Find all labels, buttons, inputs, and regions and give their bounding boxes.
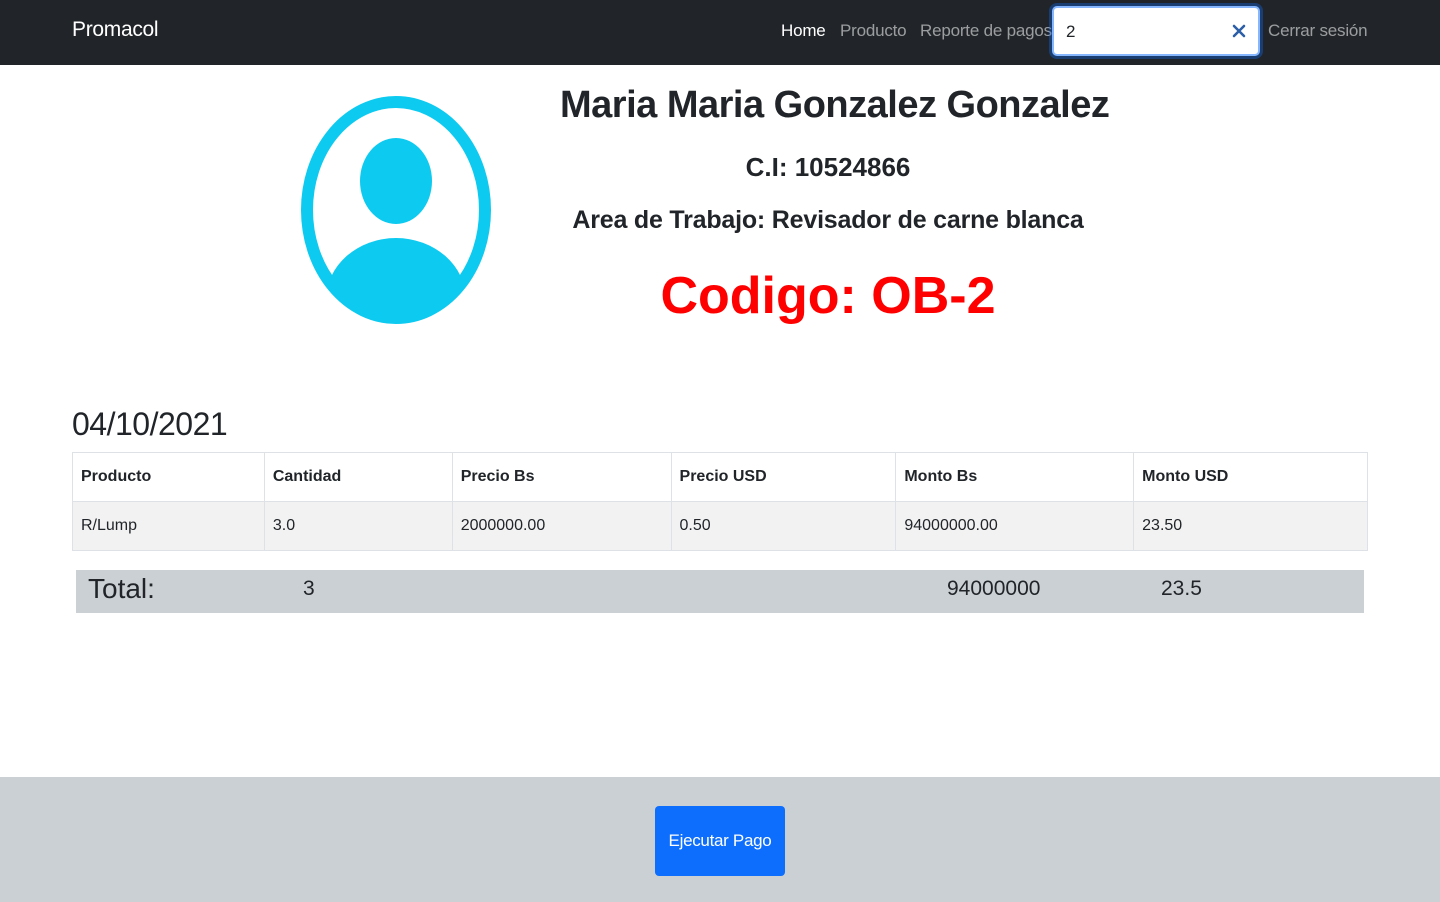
- column-header-monto-bs: Monto Bs: [895, 452, 1135, 502]
- logout-link[interactable]: Cerrar sesión: [1268, 21, 1368, 41]
- table-header-row: Producto Cantidad Precio Bs Precio USD M…: [72, 452, 1368, 502]
- table-row: R/Lump 3.0 2000000.00 0.50 94000000.00 2…: [72, 501, 1368, 551]
- brand-link[interactable]: Promacol: [72, 18, 159, 42]
- employee-work-area: Area de Trabajo: Revisador de carne blan…: [572, 206, 1084, 234]
- navbar: Promacol Home Producto Reporte de pagos …: [0, 0, 1440, 65]
- column-header-monto-usd: Monto USD: [1133, 452, 1368, 502]
- total-monto-bs: 94000000: [947, 577, 1041, 600]
- user-avatar-icon: [301, 96, 491, 324]
- cell-precio-usd: 0.50: [670, 501, 897, 551]
- column-header-precio-bs: Precio Bs: [451, 452, 672, 502]
- employee-name: Maria Maria Gonzalez Gonzalez: [560, 84, 1110, 126]
- column-header-producto: Producto: [72, 452, 265, 502]
- report-date: 04/10/2021: [72, 406, 228, 442]
- nav-link-reporte-de-pagos[interactable]: Reporte de pagos: [920, 21, 1052, 41]
- footer: Ejecutar Pago: [0, 777, 1440, 902]
- column-header-precio-usd: Precio USD: [670, 452, 897, 502]
- total-monto-usd: 23.5: [1161, 577, 1202, 600]
- employee-ci: C.I: 10524866: [745, 152, 911, 182]
- payment-table: Producto Cantidad Precio Bs Precio USD M…: [72, 452, 1368, 551]
- totals-bar: Total: 3 94000000 23.5: [76, 570, 1364, 613]
- close-icon[interactable]: [1232, 24, 1246, 38]
- total-label: Total:: [88, 573, 155, 604]
- nav-link-producto[interactable]: Producto: [840, 21, 907, 41]
- execute-payment-button[interactable]: Ejecutar Pago: [655, 806, 785, 876]
- cell-precio-bs: 2000000.00: [451, 501, 672, 551]
- nav-link-home[interactable]: Home: [781, 21, 826, 41]
- cell-monto-usd: 23.50: [1133, 501, 1368, 551]
- column-header-cantidad: Cantidad: [263, 452, 453, 502]
- total-cantidad: 3: [303, 577, 315, 600]
- cell-monto-bs: 94000000.00: [895, 501, 1135, 551]
- search-box: [1052, 6, 1260, 56]
- cell-cantidad: 3.0: [263, 501, 453, 551]
- cell-producto: R/Lump: [72, 501, 265, 551]
- employee-code: Codigo: OB-2: [660, 267, 996, 325]
- search-input[interactable]: [1066, 20, 1216, 44]
